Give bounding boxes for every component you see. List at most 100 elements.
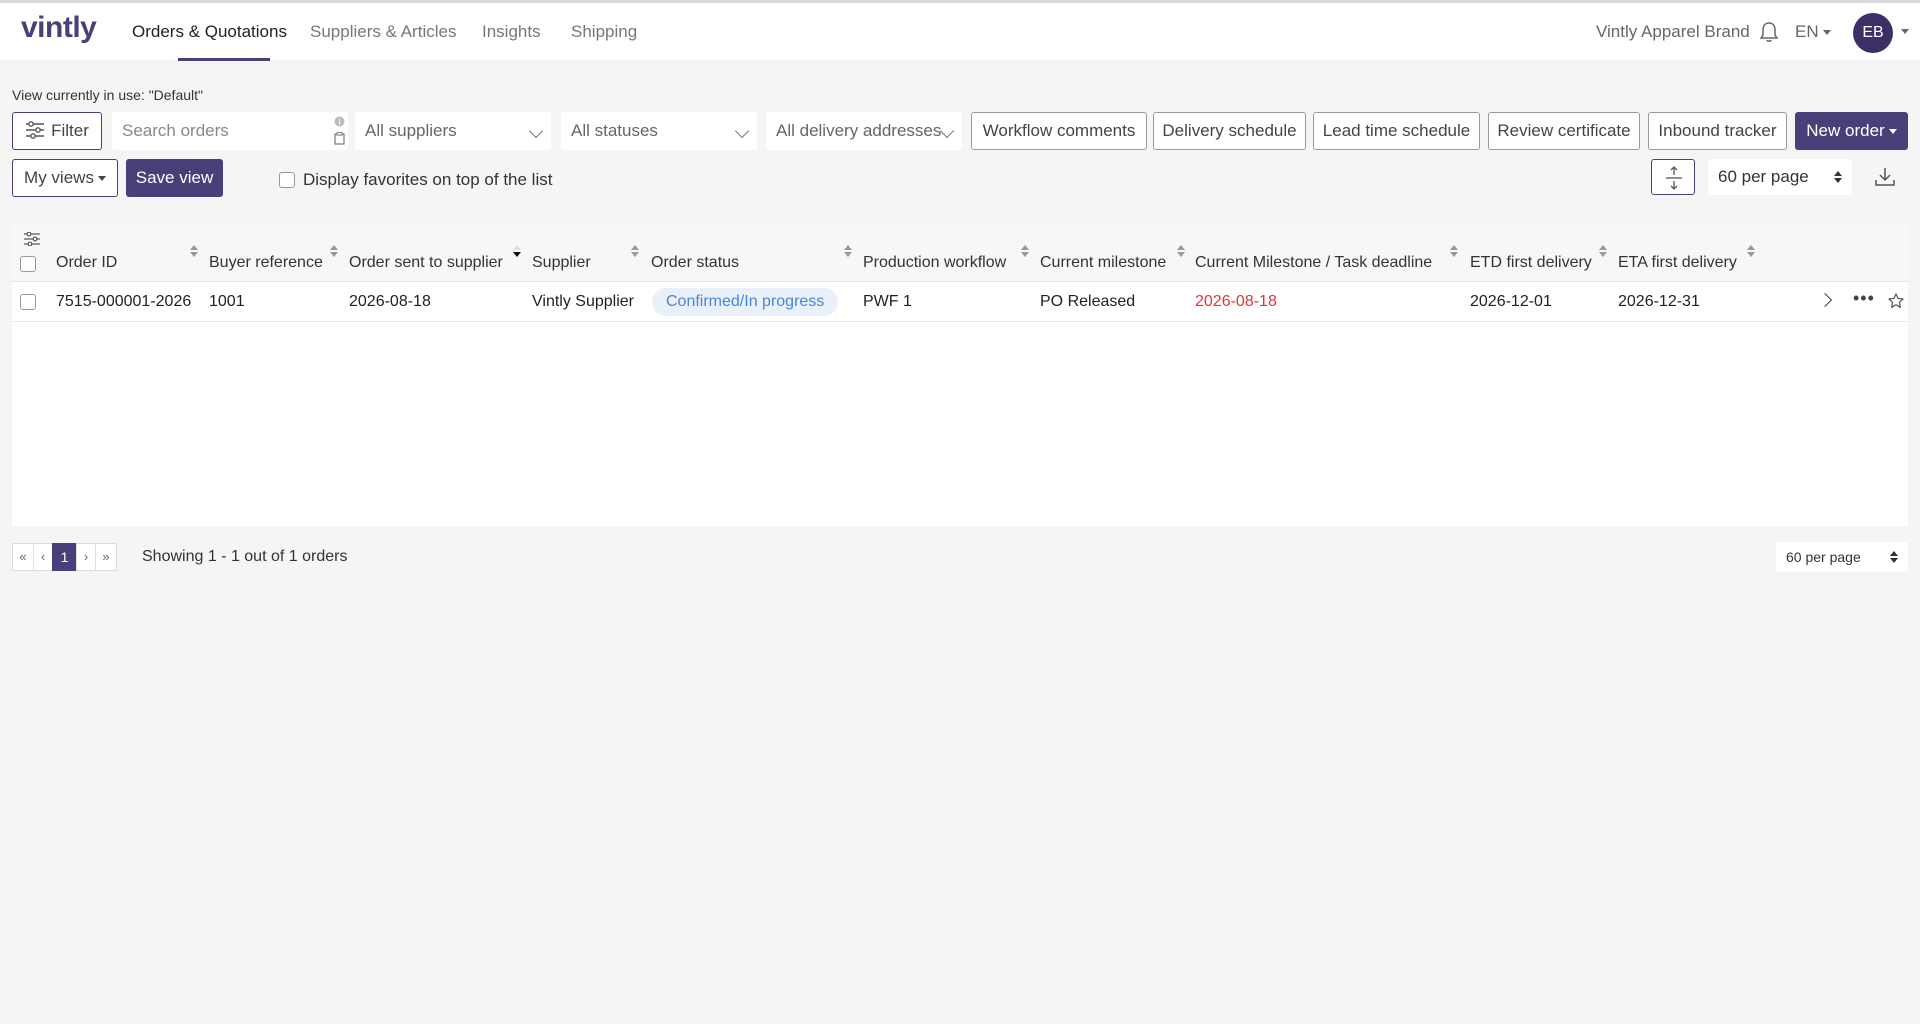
sort-desc-icon[interactable] xyxy=(513,244,521,258)
nav-insights[interactable]: Insights xyxy=(482,22,541,42)
active-tab-indicator xyxy=(178,58,270,61)
inbound-tracker-button[interactable]: Inbound tracker xyxy=(1648,112,1787,150)
new-order-button[interactable]: New order xyxy=(1795,112,1908,150)
cell-production-workflow: PWF 1 xyxy=(863,293,912,310)
prev-page-button[interactable]: ‹ xyxy=(33,543,53,571)
select-all-checkbox[interactable] xyxy=(20,256,36,272)
column-header-eta-first-delivery[interactable]: ETA first delivery xyxy=(1618,254,1737,272)
chevron-down-icon xyxy=(939,123,955,139)
column-header-milestone-deadline[interactable]: Current Milestone / Task deadline xyxy=(1195,254,1432,272)
column-header-production-workflow[interactable]: Production workflow xyxy=(863,254,1006,272)
my-views-label: My views xyxy=(24,168,94,187)
nav-shipping[interactable]: Shipping xyxy=(571,22,637,42)
column-header-etd-first-delivery[interactable]: ETD first delivery xyxy=(1470,254,1592,272)
sort-icon[interactable] xyxy=(1177,244,1185,258)
per-page-select[interactable]: 60 per page xyxy=(1708,159,1852,195)
column-header-buyer-reference[interactable]: Buyer reference xyxy=(209,254,323,272)
save-view-button[interactable]: Save view xyxy=(126,159,223,197)
per-page-bottom-value: 60 per page xyxy=(1786,549,1861,565)
statuses-select-value: All statuses xyxy=(571,121,658,140)
expand-vertical-icon xyxy=(1666,166,1682,190)
sort-updown-icon xyxy=(1834,171,1842,183)
favorites-label: Display favorites on top of the list xyxy=(303,170,553,189)
chevron-down-icon xyxy=(528,123,544,139)
last-page-button[interactable]: » xyxy=(95,543,117,571)
more-options-icon[interactable]: ••• xyxy=(1853,288,1875,309)
caret-down-icon xyxy=(97,176,106,182)
column-header-order-sent[interactable]: Order sent to supplier xyxy=(349,254,503,272)
brand-name: Vintly Apparel Brand xyxy=(1596,22,1750,41)
sort-icon[interactable] xyxy=(190,244,198,258)
caret-down-icon xyxy=(1822,30,1831,36)
logo[interactable]: vintly xyxy=(21,11,97,45)
showing-count: Showing 1 - 1 out of 1 orders xyxy=(142,548,348,565)
sort-updown-icon xyxy=(1890,551,1898,563)
sort-icon[interactable] xyxy=(1599,244,1607,258)
table-row[interactable]: 7515-000001-2026 1001 2026-08-18 Vintly … xyxy=(12,282,1908,322)
favorite-star-icon[interactable] xyxy=(1887,292,1905,310)
sort-icon[interactable] xyxy=(1021,244,1029,258)
column-header-order-id[interactable]: Order ID xyxy=(56,254,117,272)
avatar[interactable]: EB xyxy=(1853,13,1893,53)
avatar-caret-icon[interactable] xyxy=(1901,29,1909,34)
new-order-label: New order xyxy=(1806,121,1885,140)
filter-label: Filter xyxy=(51,121,89,140)
language-selector[interactable]: EN xyxy=(1795,22,1831,42)
sort-icon[interactable] xyxy=(330,244,338,258)
cell-buyer-reference: 1001 xyxy=(209,293,245,310)
suppliers-select[interactable]: All suppliers xyxy=(355,112,551,150)
caret-down-icon xyxy=(1888,129,1897,135)
per-page-select-bottom[interactable]: 60 per page xyxy=(1776,542,1908,572)
cell-eta-first-delivery: 2026-12-31 xyxy=(1618,293,1700,310)
table-header: Order ID Buyer reference Order sent to s… xyxy=(12,224,1908,282)
chevron-down-icon xyxy=(734,123,750,139)
filter-button[interactable]: Filter xyxy=(12,112,102,150)
column-header-supplier[interactable]: Supplier xyxy=(532,254,591,272)
sort-icon[interactable] xyxy=(1450,244,1458,258)
per-page-value: 60 per page xyxy=(1718,167,1809,186)
orders-table: Order ID Buyer reference Order sent to s… xyxy=(12,224,1908,526)
first-page-button[interactable]: « xyxy=(12,543,34,571)
my-views-button[interactable]: My views xyxy=(12,159,118,197)
cell-order-sent: 2026-08-18 xyxy=(349,293,431,310)
info-icon xyxy=(334,116,345,127)
download-icon[interactable] xyxy=(1874,166,1896,188)
workflow-comments-button[interactable]: Workflow comments xyxy=(971,112,1147,150)
row-density-button[interactable] xyxy=(1651,159,1695,195)
search-placeholder: Search orders xyxy=(122,121,229,140)
column-settings-icon[interactable] xyxy=(24,232,40,246)
top-navbar: vintly Orders & Quotations Suppliers & A… xyxy=(0,3,1920,61)
cell-supplier: Vintly Supplier xyxy=(532,293,634,310)
column-header-current-milestone[interactable]: Current milestone xyxy=(1040,254,1166,272)
delivery-select-value: All delivery addresses xyxy=(776,121,942,140)
suppliers-select-value: All suppliers xyxy=(365,121,457,140)
sort-icon[interactable] xyxy=(844,244,852,258)
pagination: « ‹ 1 › » xyxy=(12,543,117,571)
cell-current-milestone: PO Released xyxy=(1040,293,1136,310)
favorites-checkbox[interactable] xyxy=(279,172,295,188)
status-badge: Confirmed/In progress xyxy=(652,288,839,316)
statuses-select[interactable]: All statuses xyxy=(561,112,757,150)
nav-orders-quotations[interactable]: Orders & Quotations xyxy=(132,22,287,42)
current-view-label: View currently in use: "Default" xyxy=(12,87,203,103)
delivery-address-select[interactable]: All delivery addresses xyxy=(766,112,962,150)
sort-icon[interactable] xyxy=(631,244,639,258)
clipboard-icon[interactable] xyxy=(334,132,345,145)
column-header-order-status[interactable]: Order status xyxy=(651,254,739,272)
sliders-icon xyxy=(26,121,45,139)
review-certificate-button[interactable]: Review certificate xyxy=(1488,112,1640,150)
bell-icon[interactable] xyxy=(1759,21,1779,43)
lead-time-schedule-button[interactable]: Lead time schedule xyxy=(1313,112,1480,150)
cell-order-id[interactable]: 7515-000001-2026 xyxy=(56,293,191,311)
language-label: EN xyxy=(1795,22,1819,41)
nav-suppliers-articles[interactable]: Suppliers & Articles xyxy=(310,22,456,42)
cell-milestone-deadline: 2026-08-18 xyxy=(1195,293,1277,310)
delivery-schedule-button[interactable]: Delivery schedule xyxy=(1153,112,1306,150)
page-1-button[interactable]: 1 xyxy=(52,543,77,571)
next-page-button[interactable]: › xyxy=(76,543,96,571)
sort-icon[interactable] xyxy=(1747,244,1755,258)
row-checkbox[interactable] xyxy=(20,294,36,310)
chevron-right-icon[interactable] xyxy=(1817,292,1833,308)
cell-etd-first-delivery: 2026-12-01 xyxy=(1470,293,1552,310)
search-input[interactable]: Search orders xyxy=(112,112,348,150)
